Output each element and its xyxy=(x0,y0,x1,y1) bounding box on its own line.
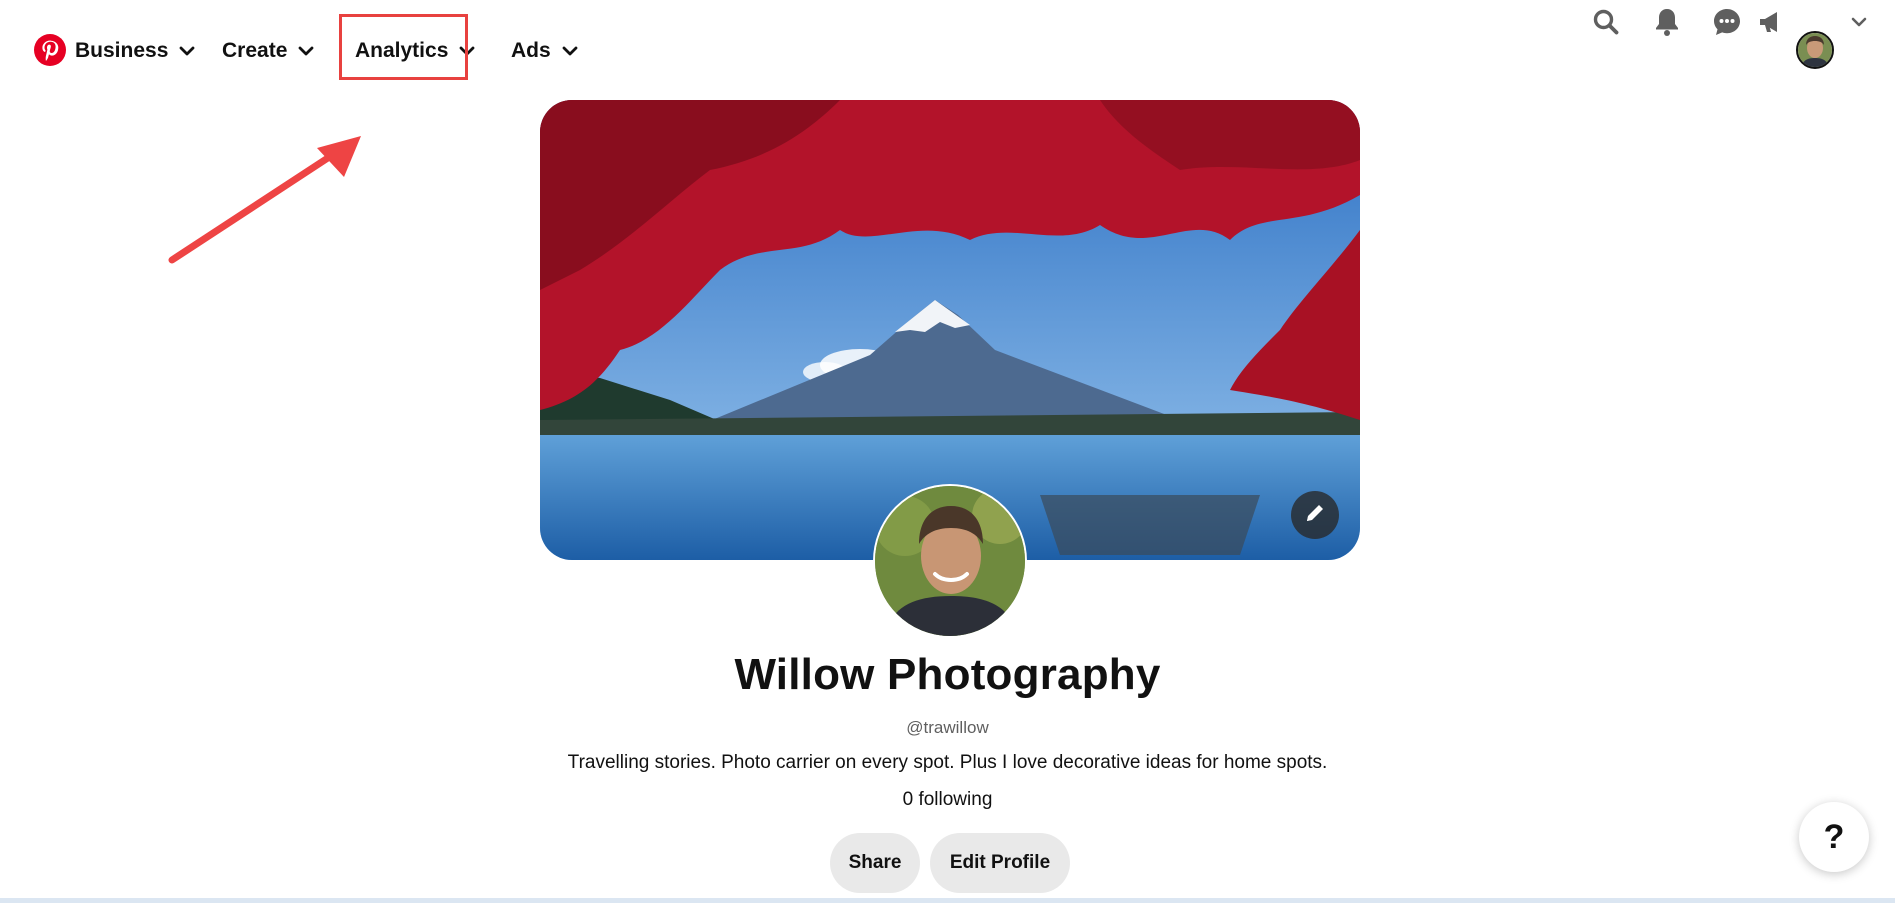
notifications-button[interactable] xyxy=(1643,0,1691,48)
chevron-down-icon xyxy=(561,42,579,60)
profile-photo xyxy=(873,484,1027,638)
search-button[interactable] xyxy=(1582,0,1630,48)
profile-bio: Travelling stories. Photo carrier on eve… xyxy=(567,752,1328,773)
following-count[interactable]: 0 following xyxy=(0,789,1895,811)
window-bottom-edge xyxy=(0,898,1895,903)
messages-button[interactable] xyxy=(1703,0,1751,48)
analytics-highlight-box xyxy=(339,14,468,80)
nav-business-label: Business xyxy=(75,39,169,62)
annotation-arrow xyxy=(160,130,370,270)
nav-ads-menu[interactable]: Ads xyxy=(511,36,579,66)
megaphone-icon xyxy=(1757,9,1785,40)
nav-create-menu[interactable]: Create xyxy=(222,36,315,66)
pencil-icon xyxy=(1304,502,1326,529)
chat-icon xyxy=(1712,7,1742,42)
edit-cover-button[interactable] xyxy=(1291,491,1339,539)
pinterest-logo[interactable] xyxy=(34,34,66,66)
nav-business-menu[interactable]: Business xyxy=(75,36,196,66)
nav-create-label: Create xyxy=(222,39,288,62)
account-menu-button[interactable] xyxy=(1835,0,1883,48)
chevron-down-icon xyxy=(297,42,315,60)
edit-profile-button[interactable]: Edit Profile xyxy=(930,833,1070,893)
share-button[interactable]: Share xyxy=(830,833,920,893)
account-avatar[interactable] xyxy=(1796,31,1834,69)
help-button[interactable]: ? xyxy=(1799,802,1869,872)
chevron-down-icon xyxy=(178,42,196,60)
nav-ads-label: Ads xyxy=(511,39,551,62)
profile-handle: @trawillow xyxy=(906,718,989,737)
profile-name: Willow Photography xyxy=(734,650,1161,699)
top-navigation: Business Create Analytics Ads xyxy=(0,0,1895,104)
chevron-down-icon xyxy=(1849,12,1869,37)
updates-button[interactable] xyxy=(1747,0,1795,48)
search-icon xyxy=(1592,8,1620,41)
bell-icon xyxy=(1653,7,1681,42)
